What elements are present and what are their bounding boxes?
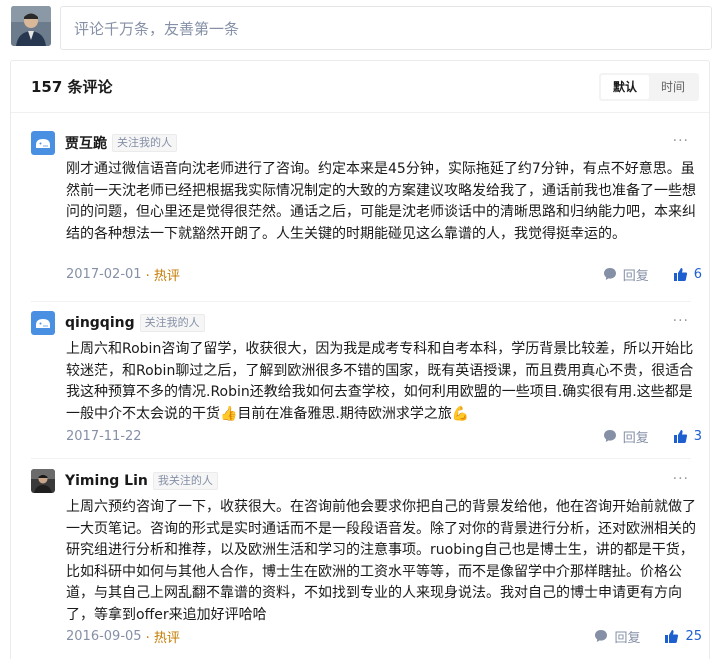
comment-input-placeholder: 评论千万条，友善第一条 xyxy=(74,19,240,38)
like-count: 3 xyxy=(693,428,702,444)
sort-time-button[interactable]: 时间 xyxy=(649,75,697,99)
comment-author[interactable]: 贾互跪 xyxy=(65,133,107,153)
sort-default-button[interactable]: 默认 xyxy=(601,74,649,99)
user-photo-icon xyxy=(31,469,55,493)
avatar[interactable] xyxy=(31,311,55,335)
divider xyxy=(31,301,691,302)
more-dots-icon[interactable]: ··· xyxy=(673,471,689,487)
like-button[interactable]: 6 xyxy=(673,267,702,282)
comment-item: qingqing 关注我的人 ··· 上周六和Robin咨询了留学，收获很大，因… xyxy=(11,311,711,476)
comments-panel: 157 条评论 默认 时间 贾互跪 关注我的人 ··· 刚才通过微信语音向沈老师… xyxy=(10,60,710,659)
avatar[interactable] xyxy=(31,469,55,493)
comment-text: 上周六和Robin咨询了留学，收获很大，因为我是成考专科和自考本科，学历背景比较… xyxy=(66,341,694,422)
like-button[interactable]: 3 xyxy=(673,429,702,444)
comment-count: 157 条评论 xyxy=(31,78,113,96)
thumbs-up-icon xyxy=(665,629,679,643)
relation-tag: 我关注的人 xyxy=(152,472,218,490)
default-avatar-icon xyxy=(31,131,55,155)
user-avatar[interactable] xyxy=(11,6,51,46)
comment-text: 刚才通过微信语音向沈老师进行了咨询。约定本来是45分钟，实际拖延了约7分钟，有点… xyxy=(66,161,696,242)
sort-switch: 默认 时间 xyxy=(599,72,699,101)
more-dots-icon[interactable]: ··· xyxy=(673,313,689,329)
relation-tag: 关注我的人 xyxy=(112,134,177,152)
comment-author[interactable]: Yiming Lin xyxy=(65,473,148,489)
comment-item: Yiming Lin 我关注的人 ··· 上周六预约咨询了一下，收获很大。在咨询… xyxy=(11,469,711,659)
comments-header: 157 条评论 默认 时间 xyxy=(11,61,709,113)
thumbs-up-icon xyxy=(673,429,687,443)
reply-label: 回复 xyxy=(622,430,649,446)
reply-button[interactable]: 回复 xyxy=(603,265,649,284)
hot-badge: · 热评 xyxy=(145,268,180,284)
like-count: 25 xyxy=(685,628,702,644)
more-dots-icon[interactable]: ··· xyxy=(673,133,689,149)
avatar[interactable] xyxy=(31,131,55,155)
speech-bubble-icon xyxy=(603,268,616,280)
hot-badge: · 热评 xyxy=(145,630,180,646)
like-button[interactable]: 25 xyxy=(664,629,702,644)
comment-date: 2017-02-01 xyxy=(66,266,142,282)
comment-date: 2017-11-22 xyxy=(66,428,142,444)
comment-input[interactable]: 评论千万条，友善第一条 xyxy=(60,6,712,50)
reply-label: 回复 xyxy=(614,630,641,646)
divider xyxy=(31,458,691,459)
reply-button[interactable]: 回复 xyxy=(603,427,649,446)
reply-button[interactable]: 回复 xyxy=(594,627,640,646)
default-avatar-icon xyxy=(31,311,55,335)
comment-author[interactable]: qingqing xyxy=(65,315,135,331)
thumbs-up-icon xyxy=(673,267,687,281)
comment-date: 2016-09-05 xyxy=(66,628,142,644)
reply-label: 回复 xyxy=(622,268,649,284)
relation-tag: 关注我的人 xyxy=(139,314,205,332)
comment-item: 贾互跪 关注我的人 ··· 刚才通过微信语音向沈老师进行了咨询。约定本来是45分… xyxy=(11,131,711,296)
like-count: 6 xyxy=(693,266,702,282)
comment-text: 上周六预约咨询了一下，收获很大。在咨询前他会要求你把自己的背景发给他，他在咨询开… xyxy=(66,499,696,623)
speech-bubble-icon xyxy=(595,630,608,642)
speech-bubble-icon xyxy=(603,430,616,442)
